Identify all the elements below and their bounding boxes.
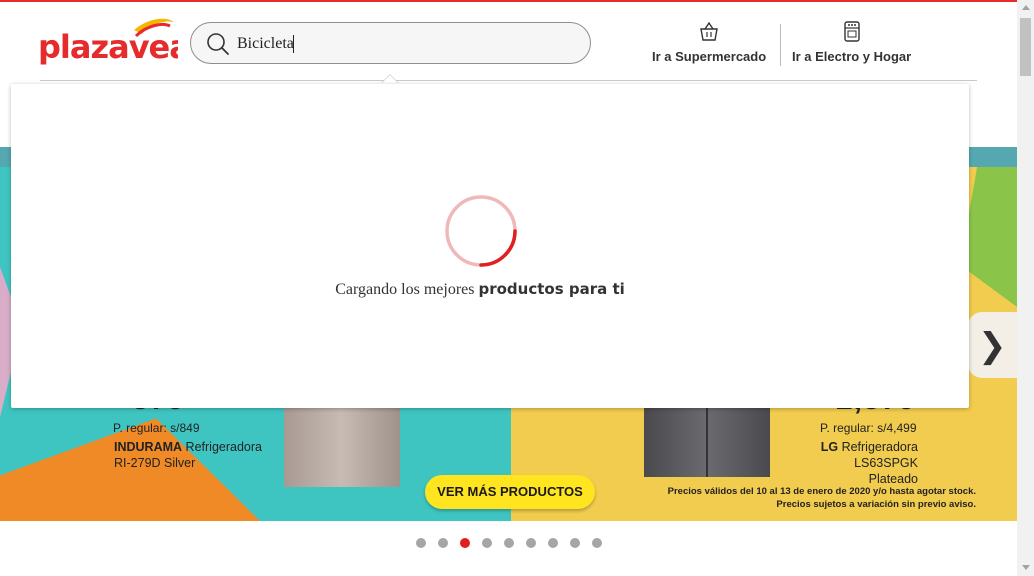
loading-message-bold: productos para ti	[478, 280, 625, 298]
right-product-brand: LG	[820, 440, 839, 454]
carousel-dot[interactable]	[570, 538, 580, 548]
page-scrollbar[interactable]	[1017, 0, 1034, 576]
search-box[interactable]	[190, 22, 591, 64]
supermarket-link-label: Ir a Supermercado	[652, 49, 767, 64]
left-product-line1: Refrigeradora	[185, 440, 262, 454]
carousel-dot-active[interactable]	[460, 538, 470, 548]
right-product-line1: Refrigeradora	[841, 440, 918, 454]
search-input[interactable]	[235, 32, 579, 56]
left-product-name: INDURAMA Refrigeradora RI-279D Silver	[114, 439, 262, 471]
refrigerator-image	[284, 397, 400, 487]
plazavea-logo[interactable]: plazavea	[38, 16, 178, 68]
left-regular-price: P. regular: s/849	[113, 421, 200, 435]
scroll-up-arrow-icon[interactable]	[1022, 5, 1030, 10]
legal-disclaimer: Precios válidos del 10 al 13 de enero de…	[640, 485, 976, 511]
search-icon[interactable]	[205, 31, 231, 62]
right-regular-price: P. regular: s/4,499	[820, 421, 917, 435]
text-caret	[293, 35, 294, 53]
loading-message: Cargando los mejores productos para ti	[11, 280, 949, 299]
logo-text: plazavea	[38, 28, 178, 66]
legal-line-1: Precios válidos del 10 al 13 de enero de…	[667, 486, 976, 497]
search-suggestions-dropdown: Cargando los mejores productos para ti	[11, 84, 969, 408]
left-product-brand: INDURAMA	[114, 440, 183, 454]
scroll-down-arrow-icon[interactable]	[1022, 565, 1030, 570]
carousel-dot[interactable]	[526, 538, 536, 548]
right-product-name: LG Refrigeradora LS63SPGK Plateado	[804, 439, 918, 487]
dropdown-pointer	[381, 75, 399, 84]
stove-icon	[792, 20, 911, 45]
logo-swoosh-icon: plazavea	[38, 18, 178, 66]
electro-hogar-link-label: Ir a Electro y Hogar	[792, 49, 912, 64]
carousel-dot[interactable]	[438, 538, 448, 548]
carousel-dot[interactable]	[592, 538, 602, 548]
lg-refrigerator-image	[644, 397, 770, 477]
supermarket-link[interactable]: Ir a Supermercado	[652, 20, 766, 64]
electro-hogar-link[interactable]: Ir a Electro y Hogar	[792, 20, 911, 64]
carousel-dot[interactable]	[548, 538, 558, 548]
carousel-dot[interactable]	[416, 538, 426, 548]
scrollbar-thumb[interactable]	[1020, 18, 1031, 76]
right-product-line2: LS63SPGK Plateado	[854, 456, 918, 486]
left-product-line2: RI-279D Silver	[114, 456, 196, 470]
shopping-basket-icon	[652, 20, 766, 45]
chevron-right-icon: ❯	[978, 326, 1007, 366]
carousel-dot[interactable]	[482, 538, 492, 548]
loading-spinner-icon	[444, 194, 518, 273]
carousel-dot[interactable]	[504, 538, 514, 548]
see-more-products-button[interactable]: VER MÁS PRODUCTOS	[425, 475, 595, 509]
carousel-next-button[interactable]: ❯	[968, 312, 1017, 378]
nav-divider	[780, 24, 781, 66]
header-rule	[40, 80, 977, 81]
legal-line-2: Precios sujetos a variación sin previo a…	[776, 499, 976, 510]
loading-message-prefix: Cargando los mejores	[335, 281, 475, 298]
